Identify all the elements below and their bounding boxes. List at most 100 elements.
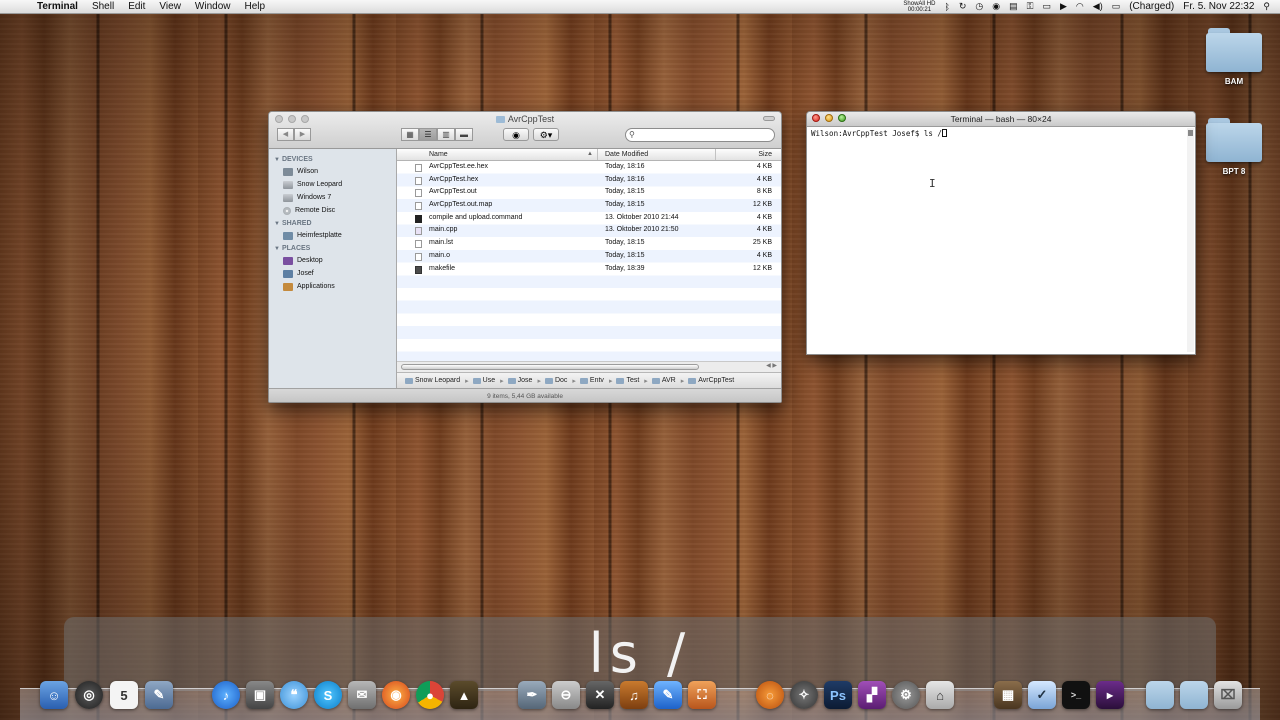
jar-dock-icon[interactable]: ⌂ [926,681,954,709]
photoshop-dock-icon[interactable]: Ps [824,681,852,709]
preview-dock-icon[interactable]: ✎ [145,681,173,709]
action-gear-button[interactable]: ⚙▾ [533,128,559,141]
table-row[interactable]: AvrCppTest.out Today, 18:15 8 KB [397,186,781,199]
terminal-scrollbar[interactable] [1187,128,1194,352]
table-row[interactable]: AvrCppTest.ee.hex Today, 18:16 4 KB [397,161,781,174]
path-crumb[interactable]: Entv ▸ [579,377,612,385]
tools-dock-icon[interactable]: ✕ [586,681,614,709]
disk-utility-dock-icon[interactable]: ⊖ [552,681,580,709]
recording-indicator[interactable]: ShowAll HD 00:00:21 [903,1,935,13]
sidebar-item-josef[interactable]: Josef [269,267,396,280]
path-crumb[interactable]: Test ▸ [616,377,648,385]
path-crumb[interactable]: Jose ▸ [507,377,541,385]
column-view-button[interactable]: ▥ [437,128,455,141]
sidebar-header-devices[interactable]: ▼ DEVICES [269,153,396,165]
lock-icon[interactable]: ⚿ [1027,1,1034,12]
clipboard-dock-icon[interactable]: ✓ [1028,681,1056,709]
system-preferences-dock-icon[interactable]: ⚙ [892,681,920,709]
menu-view[interactable]: View [152,0,188,14]
sidebar-item-remote-disc[interactable]: Remote Disc [269,204,396,217]
firefox-dock-icon[interactable]: ◉ [382,681,410,709]
scrollbar-thumb[interactable] [1188,130,1193,136]
ichat-dock-icon[interactable]: ❝ [280,681,308,709]
sync-icon[interactable]: ↻ [959,1,967,12]
spotlight-icon[interactable]: ⚲ [1263,1,1270,12]
path-crumb[interactable]: AvrCppTest [688,377,734,384]
menu-app-name[interactable]: Terminal [30,0,85,14]
pen-tool-dock-icon[interactable]: ✒ [518,681,546,709]
table-row[interactable]: main.o Today, 18:15 4 KB [397,250,781,263]
bluetooth-icon[interactable]: ᛒ [944,2,949,12]
media-dock-icon[interactable]: ▶ [1096,681,1124,709]
folder-dock-icon[interactable] [1146,681,1174,709]
sidebar-header-places[interactable]: ▼ PLACES [269,242,396,254]
path-crumb[interactable]: AVR ▸ [651,377,684,385]
sidebar-item-wilson[interactable]: Wilson [269,165,396,178]
terminal-output[interactable]: Wilson:AvrCppTest Josef$ ls / [807,127,1195,140]
skype-dock-icon[interactable]: S [314,681,342,709]
play-icon[interactable]: ▶ [1060,1,1067,12]
column-header-name[interactable]: Name [429,151,448,158]
app-dock-icon[interactable]: ⛶ [688,681,716,709]
display-icon[interactable]: ▭ [1042,1,1051,12]
trash-dock-icon[interactable]: ⌧ [1214,681,1242,709]
volume-icon[interactable]: ◀) [1093,1,1103,12]
menu-help[interactable]: Help [238,0,273,14]
document-icon[interactable]: ▤ [1009,1,1018,12]
column-header-date[interactable]: Date Modified [605,151,648,158]
desktop-folder-bam[interactable]: BAM [1199,28,1269,86]
menu-edit[interactable]: Edit [121,0,152,14]
menu-shell[interactable]: Shell [85,0,121,14]
calendar-dock-icon[interactable]: 5 [110,681,138,709]
unity-dock-icon[interactable]: ✧ [790,681,818,709]
back-button[interactable]: ◀ [277,128,294,141]
sidebar-header-shared[interactable]: ▼ SHARED [269,217,396,229]
path-crumb[interactable]: Use ▸ [472,377,504,385]
script-icon[interactable]: ◉ [992,1,1000,12]
column-header-size[interactable]: Size [758,151,772,158]
sidebar-item-windows-7[interactable]: Windows 7 [269,191,396,204]
table-row[interactable]: makefile Today, 18:39 12 KB [397,263,781,276]
scroll-arrows-icon[interactable]: ◀ ▶ [766,362,777,369]
menu-window[interactable]: Window [188,0,238,14]
sidebar-item-snow-leopard[interactable]: Snow Leopard [269,178,396,191]
sidebar-item-applications[interactable]: Applications [269,280,396,293]
downloads-folder-dock-icon[interactable] [1180,681,1208,709]
finder-dock-icon[interactable]: ☺ [40,681,68,709]
terminal-dock-icon[interactable]: >_ [1062,681,1090,709]
table-row[interactable]: compile and upload.command 13. Oktober 20… [397,212,781,225]
forward-button[interactable]: ▶ [294,128,311,141]
sidebar-item-desktop[interactable]: Desktop [269,254,396,267]
time-machine-icon[interactable]: ◷ [975,1,983,12]
table-row[interactable]: main.cpp 13. Oktober 2010 21:50 4 KB [397,224,781,237]
horizontal-scrollbar[interactable]: ◀ ▶ [397,361,781,372]
archive-dock-icon[interactable]: ▦ [994,681,1022,709]
table-row[interactable]: main.lst Today, 18:15 25 KB [397,237,781,250]
app-dock-icon[interactable]: ▲ [450,681,478,709]
sidebar-item-heimfestplatte[interactable]: Heimfestplatte [269,229,396,242]
coverflow-view-button[interactable]: ▬ [455,128,473,141]
menu-clock[interactable]: Fr. 5. Nov 22:32 [1183,1,1254,12]
list-view-button[interactable]: ☰ [419,128,437,141]
quick-look-button[interactable]: ◉ [503,128,529,141]
table-row[interactable]: AvrCppTest.out.map Today, 18:15 12 KB [397,199,781,212]
search-field[interactable]: ⚲ [625,128,775,142]
toolbar-toggle-button[interactable] [763,116,775,121]
guitar-dock-icon[interactable]: ♫ [620,681,648,709]
xcode-dock-icon[interactable]: ✎ [654,681,682,709]
scrollbar-thumb[interactable] [401,364,699,370]
itunes-dock-icon[interactable]: ♪ [212,681,240,709]
wifi-icon[interactable]: ◠ [1076,1,1084,12]
path-crumb[interactable]: Doc ▸ [544,377,576,385]
iphoto-dock-icon[interactable]: ▣ [246,681,274,709]
path-crumb[interactable]: Snow Leopard ▸ [405,377,469,385]
time-machine-dock-icon[interactable]: ◎ [75,681,103,709]
app-dock-icon[interactable]: ▞ [858,681,886,709]
mail-dock-icon[interactable]: ✉ [348,681,376,709]
icon-view-button[interactable]: ▦ [401,128,419,141]
desktop-folder-bpt8[interactable]: BPT 8 [1199,118,1269,176]
battery-status[interactable]: (Charged) [1129,1,1174,12]
chrome-dock-icon[interactable]: ● [416,681,444,709]
blender-dock-icon[interactable]: ◌ [756,681,784,709]
battery-icon[interactable]: ▭ [1112,1,1121,12]
